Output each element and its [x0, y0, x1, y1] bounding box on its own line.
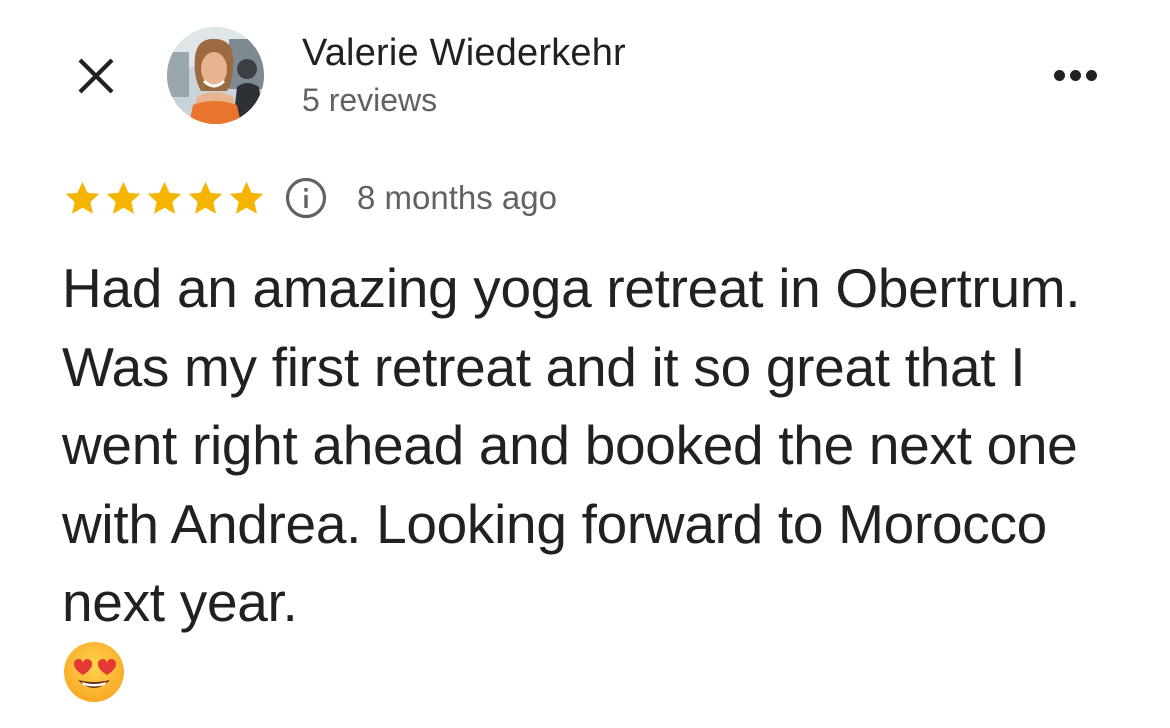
star-icon [65, 181, 100, 214]
avatar[interactable] [167, 27, 264, 124]
star-icon [188, 181, 223, 214]
close-button[interactable] [70, 50, 122, 102]
reviewer-name[interactable]: Valerie Wiederkehr [302, 30, 626, 76]
star-rating [62, 178, 267, 219]
rating-row: 8 months ago [62, 172, 557, 224]
heart-eyes-emoji [62, 640, 126, 704]
more-options-button[interactable] [1042, 52, 1108, 98]
avatar-photo [167, 27, 264, 124]
star-icon [106, 181, 141, 214]
more-horiz-icon [1053, 69, 1065, 81]
info-icon [285, 177, 327, 219]
review-text: Had an amazing yoga retreat in Obertrum.… [62, 257, 1081, 633]
star-icon [229, 181, 264, 214]
star-icon [147, 181, 182, 214]
review-count[interactable]: 5 reviews [302, 80, 437, 120]
info-button[interactable] [284, 176, 328, 220]
review-date: 8 months ago [357, 179, 557, 216]
more-horiz-icon-dot [1069, 69, 1081, 81]
close-icon [78, 58, 114, 94]
more-horiz-icon-dot [1085, 69, 1097, 81]
